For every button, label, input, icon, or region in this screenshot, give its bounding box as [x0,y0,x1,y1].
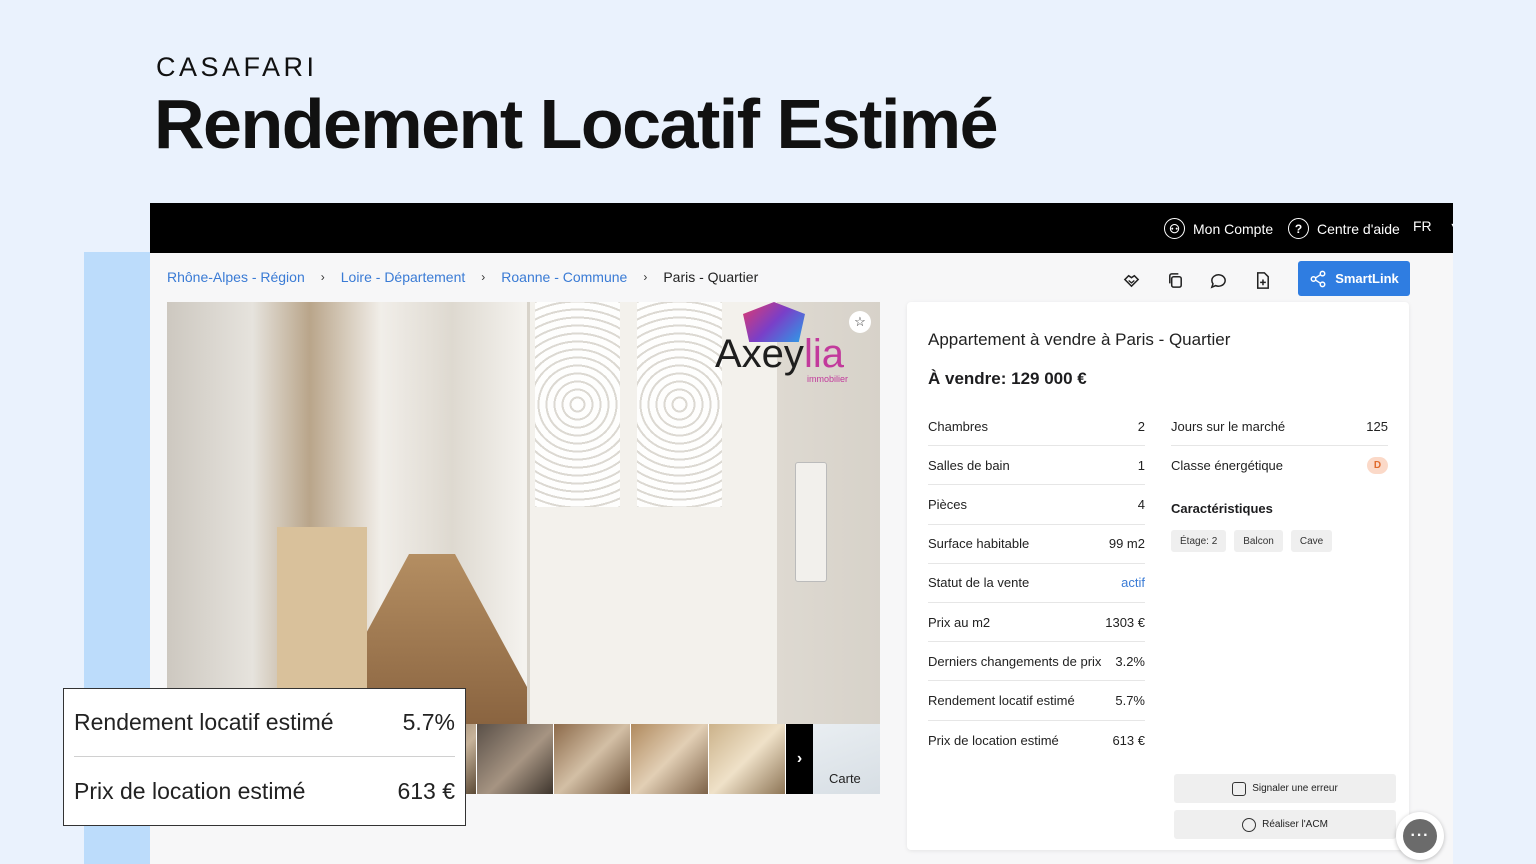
add-file-icon[interactable] [1251,269,1273,291]
handshake-icon[interactable] [1120,269,1142,291]
photo-thumbnail[interactable] [553,724,632,794]
smartlink-button[interactable]: SmartLink [1298,261,1410,296]
chat-bubble-icon: ··· [1403,819,1437,853]
detail-row: Chambres 2 [928,407,1145,447]
comment-icon[interactable] [1207,269,1229,291]
detail-row: Surface habitable 99 m2 [928,525,1145,564]
feature-tag: Cave [1290,530,1333,552]
listing-price: À vendre: 129 000 € [928,369,1087,388]
callout-rent-row: Prix de location estimé 613 € [74,778,455,805]
report-error-button[interactable]: Signaler une erreur [1174,774,1396,803]
features-tags: Étage: 2 Balcon Cave [1171,530,1333,552]
copy-icon[interactable] [1164,269,1186,291]
callout-rent-label: Prix de location estimé [74,778,306,804]
details-list-left: Chambres 2 Salles de bain 1 Pièces 4 Surfac… [928,407,1145,760]
details-list-right: Jours sur le marché 125 Classe énergétiqu… [1171,407,1388,485]
property-main-photo[interactable]: Axeylia immobilier ☆ [167,302,880,724]
chevron-right-icon: › [320,270,325,284]
detail-row: Pièces 4 [928,485,1145,525]
language-selector[interactable]: FR ▼ [1413,218,1453,234]
callout-rent-value: 613 € [397,778,455,804]
help-label: Centre d'aide [1317,220,1400,237]
callout-yield-value: 5.7% [402,709,455,735]
map-label: Carte [829,771,861,786]
detail-row: Statut de la vente actif [928,564,1145,603]
chat-widget-button[interactable]: ··· [1396,812,1444,860]
detail-row: Prix au m2 1303 € [928,603,1145,643]
callout-yield-row: Rendement locatif estimé 5.7% [74,709,455,736]
features-heading: Caractéristiques [1171,501,1273,516]
divider [74,756,455,757]
caret-down-icon: ▼ [1450,221,1453,231]
share-icon [1310,270,1326,287]
chevron-right-icon: › [643,270,648,284]
casafari-logo: CASAFARI [156,52,318,82]
detail-row: Prix de location estimé 613 € [928,732,1145,748]
run-cma-button[interactable]: Réaliser l'ACM [1174,810,1396,839]
detail-row: Classe énergétique D [1171,446,1388,485]
top-navigation-bar: ⚇ Mon Compte ? Centre d'aide FR ▼ [150,203,1453,253]
detail-row: Salles de bain 1 [928,446,1145,486]
account-menu[interactable]: ⚇ Mon Compte [1164,218,1273,239]
rental-yield-callout: Rendement locatif estimé 5.7% Prix de lo… [63,688,466,826]
sale-status-link[interactable]: actif [1121,575,1145,590]
photo-thumbnail[interactable] [631,724,709,794]
edit-document-icon [1232,781,1247,796]
listing-details-card: Appartement à vendre à Paris - Quartier … [907,302,1409,850]
energy-class-badge: D [1367,457,1388,475]
detail-row: Jours sur le marché 125 [1171,407,1388,447]
user-icon: ⚇ [1164,218,1185,239]
detail-row: Rendement locatif estimé 5.7% [928,681,1145,721]
smartlink-label: SmartLink [1335,271,1399,286]
agency-logo: Axeylia immobilier [715,332,849,384]
breadcrumb: Rhône-Alpes - Région › Loire - Départeme… [167,269,758,285]
detail-row: Derniers changements de prix 3.2% [928,642,1145,682]
photo-thumbnail[interactable] [476,724,554,794]
photo-thumbnail[interactable] [708,724,786,794]
feature-tag: Balcon [1234,530,1283,552]
breadcrumb-current: Paris - Quartier [663,269,759,285]
breadcrumb-department[interactable]: Loire - Département [341,269,466,285]
question-icon: ? [1288,218,1309,239]
breadcrumb-commune[interactable]: Roanne - Commune [501,269,627,285]
feature-tag: Étage: 2 [1171,530,1227,552]
language-label: FR [1413,218,1432,234]
account-label: Mon Compte [1193,220,1274,237]
callout-yield-label: Rendement locatif estimé [74,709,334,735]
map-thumbnail[interactable]: Carte [813,724,880,794]
chevron-right-icon: › [481,270,486,284]
chevron-right-icon[interactable]: › [786,724,813,794]
favorite-star-icon[interactable]: ☆ [849,311,871,333]
home-circle-icon [1242,817,1257,832]
breadcrumb-region[interactable]: Rhône-Alpes - Région [167,269,305,285]
page-headline: Rendement Locatif Estimé [154,85,999,163]
help-center-link[interactable]: ? Centre d'aide [1288,218,1400,239]
listing-title: Appartement à vendre à Paris - Quartier [928,330,1231,349]
